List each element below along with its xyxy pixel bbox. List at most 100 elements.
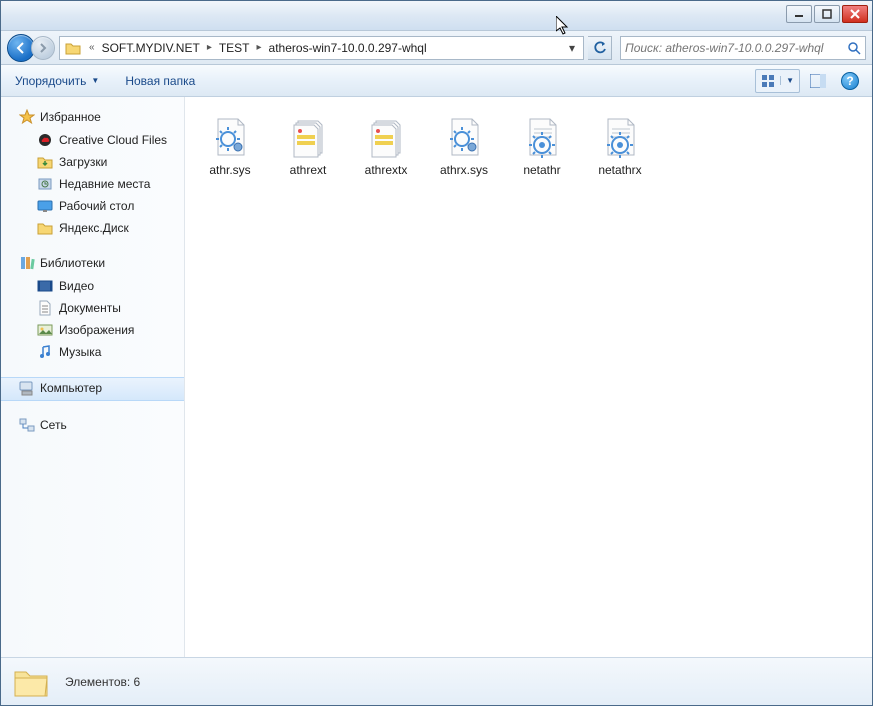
libraries-label: Библиотеки	[40, 256, 105, 270]
maximize-icon	[822, 9, 832, 19]
star-icon	[19, 109, 35, 125]
breadcrumb-separator: «	[84, 42, 100, 53]
file-label: netathrx	[598, 163, 641, 177]
sidebar-item-music[interactable]: Музыка	[1, 341, 184, 363]
file-item[interactable]: athrext	[271, 109, 345, 181]
file-label: netathr	[523, 163, 560, 177]
preview-pane-icon	[810, 74, 826, 88]
sidebar-item-label: Видео	[59, 277, 94, 295]
chevron-right-icon[interactable]: ▸	[252, 42, 267, 53]
file-label: athrx.sys	[440, 163, 488, 177]
file-item[interactable]: netathrx	[583, 109, 657, 181]
file-list[interactable]: athr.sys athrext athrextx athrx.sys netathr n…	[185, 97, 872, 657]
sidebar-item-label: Загрузки	[59, 153, 107, 171]
help-icon: ?	[841, 72, 859, 90]
explorer-window: « SOFT.MYDIV.NET ▸ TEST ▸ atheros-win7-1…	[0, 0, 873, 706]
file-type-icon	[518, 113, 566, 161]
file-label: athr.sys	[209, 163, 250, 177]
sidebar-item-creative-cloud[interactable]: Creative Cloud Files	[1, 129, 184, 151]
sidebar-libraries-header[interactable]: Библиотеки	[1, 253, 184, 275]
sidebar-item-yandex-disk[interactable]: Яндекс.Диск	[1, 217, 184, 239]
search-input[interactable]	[625, 41, 847, 55]
sidebar-item-label: Creative Cloud Files	[59, 131, 167, 149]
titlebar	[1, 1, 872, 31]
toolbar: Упорядочить ▼ Новая папка ▼ ?	[1, 65, 872, 97]
music-icon	[37, 344, 53, 360]
address-dropdown[interactable]: ▾	[563, 41, 581, 55]
minimize-icon	[794, 9, 804, 19]
sidebar-item-desktop[interactable]: Рабочий стол	[1, 195, 184, 217]
chevron-down-icon[interactable]: ▼	[780, 76, 799, 85]
sidebar-item-documents[interactable]: Документы	[1, 297, 184, 319]
recent-icon	[37, 176, 53, 192]
sidebar-computer-group: Компьютер	[1, 377, 184, 401]
preview-pane-button[interactable]	[804, 69, 832, 93]
sidebar-item-label: Недавние места	[59, 175, 150, 193]
document-icon	[37, 300, 53, 316]
view-mode-button[interactable]: ▼	[755, 69, 800, 93]
file-item[interactable]: athrx.sys	[427, 109, 501, 181]
sidebar-item-downloads[interactable]: Загрузки	[1, 151, 184, 173]
file-item[interactable]: athrextx	[349, 109, 423, 181]
breadcrumb-seg3[interactable]: atheros-win7-10.0.0.297-whql	[267, 41, 429, 55]
close-button[interactable]	[842, 5, 868, 23]
sidebar-item-label: Изображения	[59, 321, 134, 339]
view-icons-icon	[756, 74, 780, 88]
address-bar[interactable]: « SOFT.MYDIV.NET ▸ TEST ▸ atheros-win7-1…	[59, 36, 584, 60]
file-label: athrextx	[365, 163, 408, 177]
sidebar: Избранное Creative Cloud Files Загрузки …	[1, 97, 185, 657]
file-type-icon	[206, 113, 254, 161]
navbar: « SOFT.MYDIV.NET ▸ TEST ▸ atheros-win7-1…	[1, 31, 872, 65]
file-item[interactable]: netathr	[505, 109, 579, 181]
organize-label: Упорядочить	[15, 74, 86, 88]
sidebar-favorites-header[interactable]: Избранное	[1, 107, 184, 129]
sidebar-favorites: Избранное Creative Cloud Files Загрузки …	[1, 107, 184, 239]
arrow-left-icon	[15, 42, 27, 54]
arrow-right-icon	[38, 43, 48, 53]
network-icon	[19, 417, 35, 433]
maximize-button[interactable]	[814, 5, 840, 23]
downloads-icon	[37, 154, 53, 170]
status-label: Элементов: 6	[65, 675, 140, 689]
sidebar-item-label: Документы	[59, 299, 121, 317]
creative-cloud-icon	[37, 132, 53, 148]
folder-icon	[64, 39, 82, 57]
help-button[interactable]: ?	[836, 69, 864, 93]
new-folder-button[interactable]: Новая папка	[119, 70, 201, 92]
breadcrumb-seg1[interactable]: SOFT.MYDIV.NET	[100, 41, 202, 55]
video-icon	[37, 278, 53, 294]
favorites-label: Избранное	[40, 110, 101, 124]
sidebar-item-label: Музыка	[59, 343, 101, 361]
forward-button[interactable]	[31, 36, 55, 60]
nav-arrows	[7, 34, 55, 62]
chevron-down-icon: ▼	[91, 76, 99, 85]
search-box[interactable]	[620, 36, 866, 60]
chevron-right-icon[interactable]: ▸	[202, 42, 217, 53]
new-folder-label: Новая папка	[125, 74, 195, 88]
sidebar-item-videos[interactable]: Видео	[1, 275, 184, 297]
file-label: athrext	[290, 163, 327, 177]
sidebar-item-recent[interactable]: Недавние места	[1, 173, 184, 195]
sidebar-libraries: Библиотеки Видео Документы Изображения М…	[1, 253, 184, 363]
organize-button[interactable]: Упорядочить ▼	[9, 70, 105, 92]
file-type-icon	[284, 113, 332, 161]
sidebar-item-pictures[interactable]: Изображения	[1, 319, 184, 341]
file-type-icon	[596, 113, 644, 161]
file-type-icon	[440, 113, 488, 161]
computer-icon	[19, 380, 35, 396]
file-item[interactable]: athr.sys	[193, 109, 267, 181]
close-icon	[850, 9, 860, 19]
minimize-button[interactable]	[786, 5, 812, 23]
sidebar-item-label: Рабочий стол	[59, 197, 134, 215]
libraries-icon	[19, 255, 35, 271]
refresh-button[interactable]	[588, 36, 612, 60]
folder-icon	[37, 220, 53, 236]
sidebar-item-network[interactable]: Сеть	[1, 415, 184, 437]
sidebar-network-group: Сеть	[1, 415, 184, 437]
desktop-icon	[37, 198, 53, 214]
main-area: Избранное Creative Cloud Files Загрузки …	[1, 97, 872, 657]
search-icon[interactable]	[847, 41, 861, 55]
breadcrumb-seg2[interactable]: TEST	[217, 41, 252, 55]
sidebar-item-label: Яндекс.Диск	[59, 219, 129, 237]
sidebar-item-computer[interactable]: Компьютер	[1, 377, 184, 401]
